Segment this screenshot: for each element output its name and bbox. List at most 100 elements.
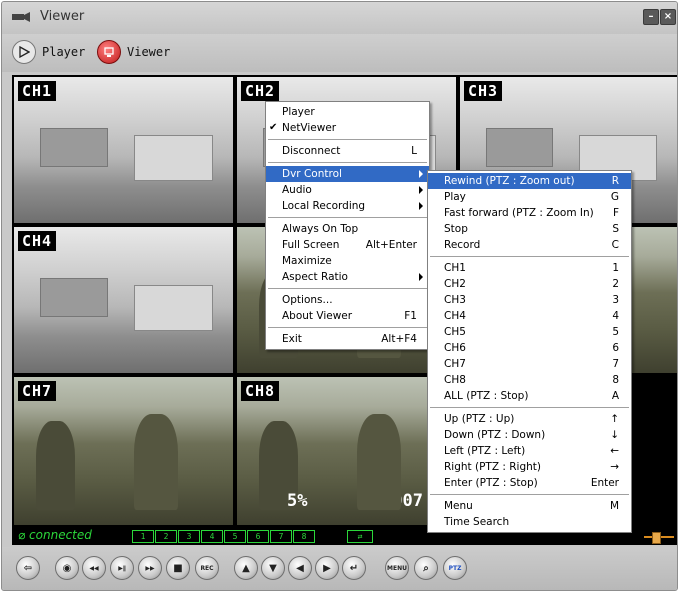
title-bar[interactable]: Viewer – × xyxy=(2,2,677,34)
menu-item-all[interactable]: ALL (PTZ : Stop) A xyxy=(428,388,631,404)
record-button[interactable]: REC xyxy=(195,556,219,580)
menu-item-menu[interactable]: Menu M xyxy=(428,498,631,514)
play-pause-icon: ▶∥ xyxy=(118,564,126,572)
channel-label: CH2 xyxy=(241,81,280,101)
menu-separator xyxy=(268,139,427,140)
channel-label: CH3 xyxy=(464,81,503,101)
play-pause-button[interactable]: ▶∥ xyxy=(110,556,134,580)
down-button[interactable]: ▼ xyxy=(261,556,285,580)
viewer-tab-label: Viewer xyxy=(127,45,171,59)
menu-separator xyxy=(268,217,427,218)
ptz-icon: PTZ xyxy=(448,564,462,572)
player-tab[interactable]: Player xyxy=(12,40,85,64)
menu-separator xyxy=(268,288,427,289)
channel-indicator: 1 xyxy=(132,530,154,543)
fast-forward-button[interactable]: ▶▶ xyxy=(138,556,162,580)
video-cell-ch1[interactable]: CH1 xyxy=(14,77,233,223)
menu-item-ch8[interactable]: CH8 8 xyxy=(428,372,631,388)
menu-item-dvr-control[interactable]: Dvr Control xyxy=(266,166,429,182)
control-bar: ⇦ ◉ ◀◀ ▶∥ ▶▶ ■ REC ▲ ▼ ◀ ▶ ↵ MENU ⌕ PTZ xyxy=(2,547,677,590)
menu-item-ch4[interactable]: CH4 4 xyxy=(428,308,631,324)
menu-separator xyxy=(430,407,629,408)
channel-label: CH4 xyxy=(18,231,57,251)
menu-item-stop[interactable]: Stop S xyxy=(428,221,631,237)
menu-item-disconnect[interactable]: Disconnect L xyxy=(266,143,429,159)
menu-item-netviewer[interactable]: ✔ NetViewer xyxy=(266,120,429,136)
video-cell-ch4[interactable]: CH4 xyxy=(14,227,233,373)
channel-indicator: 6 xyxy=(247,530,269,543)
submenu-arrow-icon xyxy=(419,170,423,178)
menu-item-maximize[interactable]: Maximize xyxy=(266,253,429,269)
menu-item-rewind[interactable]: Rewind (PTZ : Zoom out) R xyxy=(428,173,631,189)
menu-item-left[interactable]: Left (PTZ : Left) ← xyxy=(428,443,631,459)
minimize-icon[interactable]: – xyxy=(643,9,659,25)
close-icon[interactable]: × xyxy=(660,9,676,25)
connection-status: ⌀ connected xyxy=(18,528,92,542)
channel-label: CH8 xyxy=(241,381,280,401)
menu-icon: MENU xyxy=(387,564,407,572)
camera-button[interactable]: ◉ xyxy=(55,556,79,580)
search-icon: ⌕ xyxy=(423,562,429,574)
menu-item-up[interactable]: Up (PTZ : Up) ↑ xyxy=(428,411,631,427)
exit-button[interactable]: ⇦ xyxy=(16,556,40,580)
exit-icon: ⇦ xyxy=(23,562,33,574)
overlay-percent: 5% xyxy=(287,491,308,511)
left-button[interactable]: ◀ xyxy=(288,556,312,580)
menu-item-full-screen[interactable]: Full Screen Alt+Enter xyxy=(266,237,429,253)
ptz-button[interactable]: PTZ xyxy=(443,556,467,580)
record-icon: REC xyxy=(200,564,214,572)
stop-button[interactable]: ■ xyxy=(166,556,190,580)
submenu-arrow-icon xyxy=(419,186,423,194)
video-cell-ch7[interactable]: CH7 xyxy=(14,377,233,525)
menu-button[interactable]: MENU xyxy=(385,556,409,580)
menu-item-enter[interactable]: Enter (PTZ : Stop) Enter xyxy=(428,475,631,491)
menu-item-ch1[interactable]: CH1 1 xyxy=(428,260,631,276)
channel-indicator: 2 xyxy=(155,530,177,543)
channel-label: CH1 xyxy=(18,81,57,101)
camera-icon: ◉ xyxy=(62,562,72,574)
menu-item-play[interactable]: Play G xyxy=(428,189,631,205)
menu-item-ch7[interactable]: CH7 7 xyxy=(428,356,631,372)
app-icon xyxy=(12,12,30,22)
enter-button[interactable]: ↵ xyxy=(342,556,366,580)
menu-item-ch2[interactable]: CH2 2 xyxy=(428,276,631,292)
menu-item-player[interactable]: Player xyxy=(266,104,429,120)
menu-item-fast-forward[interactable]: Fast forward (PTZ : Zoom In) F xyxy=(428,205,631,221)
fast-forward-icon: ▶▶ xyxy=(145,564,155,572)
menu-item-always-on-top[interactable]: Always On Top xyxy=(266,221,429,237)
menu-item-exit[interactable]: Exit Alt+F4 xyxy=(266,331,429,347)
right-button[interactable]: ▶ xyxy=(315,556,339,580)
up-button[interactable]: ▲ xyxy=(234,556,258,580)
submenu-arrow-icon xyxy=(419,273,423,281)
network-icon: ⇄ xyxy=(347,530,373,543)
menu-item-about-viewer[interactable]: About Viewer F1 xyxy=(266,308,429,324)
menu-item-ch3[interactable]: CH3 3 xyxy=(428,292,631,308)
search-button[interactable]: ⌕ xyxy=(414,556,438,580)
stop-icon: ■ xyxy=(173,562,183,574)
menu-item-ch6[interactable]: CH6 6 xyxy=(428,340,631,356)
menu-item-right[interactable]: Right (PTZ : Right) → xyxy=(428,459,631,475)
rewind-icon: ◀◀ xyxy=(89,564,99,572)
viewer-tab[interactable]: Viewer xyxy=(97,40,170,64)
menu-item-audio[interactable]: Audio xyxy=(266,182,429,198)
menu-item-record[interactable]: Record C xyxy=(428,237,631,253)
mode-bar: Player Viewer xyxy=(2,34,677,72)
arrow-right-icon: ▶ xyxy=(323,562,331,574)
menu-item-ch5[interactable]: CH5 5 xyxy=(428,324,631,340)
overlay-year: 2007 xyxy=(382,491,423,511)
context-menu: Player ✔ NetViewer Disconnect L Dvr Contro… xyxy=(265,101,430,350)
menu-item-time-search[interactable]: Time Search xyxy=(428,514,631,530)
channel-indicator: 4 xyxy=(201,530,223,543)
player-tab-label: Player xyxy=(42,45,86,59)
player-icon xyxy=(12,40,36,64)
arrow-down-icon: ▼ xyxy=(269,562,277,574)
rewind-button[interactable]: ◀◀ xyxy=(82,556,106,580)
checkmark-icon: ✔ xyxy=(269,122,278,133)
menu-item-down[interactable]: Down (PTZ : Down) ↓ xyxy=(428,427,631,443)
arrow-up-icon: ▲ xyxy=(242,562,250,574)
volume-slider-knob[interactable] xyxy=(652,532,661,544)
menu-item-local-recording[interactable]: Local Recording xyxy=(266,198,429,214)
video-cell-ch8[interactable]: CH8 5% 2007 xyxy=(237,377,456,525)
menu-item-options[interactable]: Options... xyxy=(266,292,429,308)
menu-item-aspect-ratio[interactable]: Aspect Ratio xyxy=(266,269,429,285)
